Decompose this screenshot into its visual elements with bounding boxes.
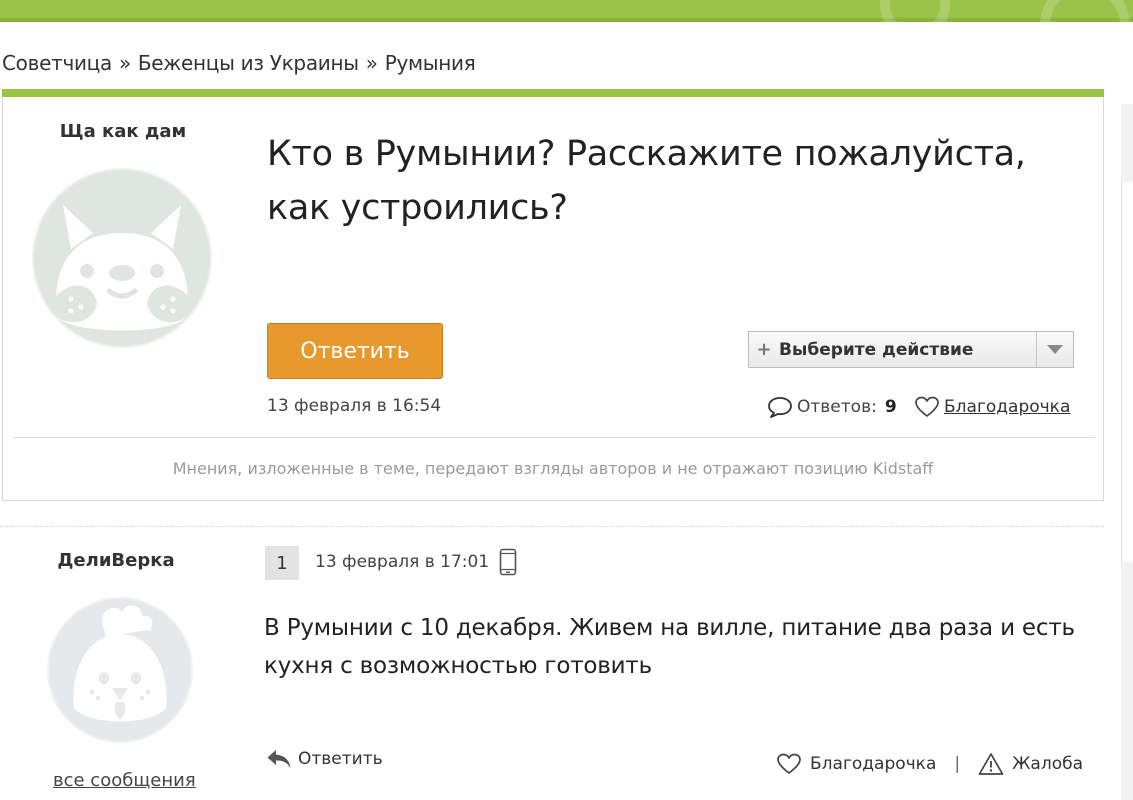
plus-icon: + xyxy=(756,339,772,360)
post-divider xyxy=(0,526,1104,527)
top-header-bar xyxy=(0,0,1133,22)
reply-button[interactable]: Ответить xyxy=(267,323,443,379)
replies-count: 9 xyxy=(884,397,897,417)
post-reply-label: Ответить xyxy=(298,749,383,769)
topic-disclaimer: Мнения, изложенные в теме, передают взгл… xyxy=(172,459,934,478)
topic-card: Ща как дам Кто в Румынии? Расскажите пож… xyxy=(2,89,1104,501)
reply-arrow-icon xyxy=(267,750,291,769)
breadcrumb: Советчица» Беженцы из Украины» Румыния xyxy=(2,51,476,75)
breadcrumb-separator: » xyxy=(365,51,378,75)
replies-counter[interactable]: Ответов: 9 xyxy=(767,396,897,418)
topic-divider xyxy=(13,437,1095,438)
breadcrumb-link-refugees[interactable]: Беженцы из Украины xyxy=(138,51,359,75)
post-reply-button[interactable]: Ответить xyxy=(266,748,383,770)
bear-avatar-icon[interactable] xyxy=(31,167,213,349)
breadcrumb-link-romania[interactable]: Румыния xyxy=(385,51,476,75)
heart-icon xyxy=(915,396,939,417)
all-messages-link[interactable]: все сообщения xyxy=(53,770,196,791)
action-select-dropdown[interactable]: + Выберите действие xyxy=(748,331,1074,368)
header-decoration xyxy=(880,0,950,22)
dropdown-toggle[interactable] xyxy=(1036,332,1073,367)
header-bar-shade xyxy=(0,18,1133,22)
post-thanks-button[interactable]: Благодарочка xyxy=(810,754,936,774)
post-author-name[interactable]: ДелиВерка xyxy=(26,550,206,571)
actions-separator: | xyxy=(954,754,961,774)
side-scrollbar[interactable] xyxy=(1121,104,1133,800)
heart-icon[interactable] xyxy=(776,753,802,775)
chevron-down-icon xyxy=(1047,345,1063,354)
topic-title: Кто в Румынии? Расскажите пожалуйста, ка… xyxy=(267,134,1026,228)
thanks-button[interactable]: Благодарочка xyxy=(914,396,1070,418)
chicken-avatar-icon[interactable] xyxy=(46,596,194,744)
replies-label: Ответов: xyxy=(797,397,877,417)
action-select-label: Выберите действие xyxy=(779,339,974,360)
mobile-phone-icon xyxy=(499,548,517,576)
thanks-link[interactable]: Благодарочка xyxy=(944,397,1070,417)
post-date: 13 февраля в 17:01 xyxy=(315,552,490,572)
topic-date: 13 февраля в 16:54 xyxy=(267,396,442,416)
complaint-button[interactable]: Жалоба xyxy=(1012,754,1083,774)
side-scrollbar-thumb[interactable] xyxy=(1121,182,1133,562)
header-decoration xyxy=(1040,0,1130,22)
warning-triangle-icon[interactable] xyxy=(978,752,1004,776)
post-text: В Румынии с 10 декабря. Живем на вилле, … xyxy=(264,615,1075,679)
topic-card-top-border xyxy=(2,89,1104,97)
breadcrumb-separator: » xyxy=(118,51,131,75)
topic-author-name[interactable]: Ща как дам xyxy=(33,121,213,142)
breadcrumb-link-sovetchica[interactable]: Советчица xyxy=(2,51,112,75)
post-number-badge[interactable]: 1 xyxy=(265,546,299,580)
post-actions: Благодарочка | Жалоба xyxy=(776,752,1083,776)
speech-bubble-icon xyxy=(768,397,792,418)
